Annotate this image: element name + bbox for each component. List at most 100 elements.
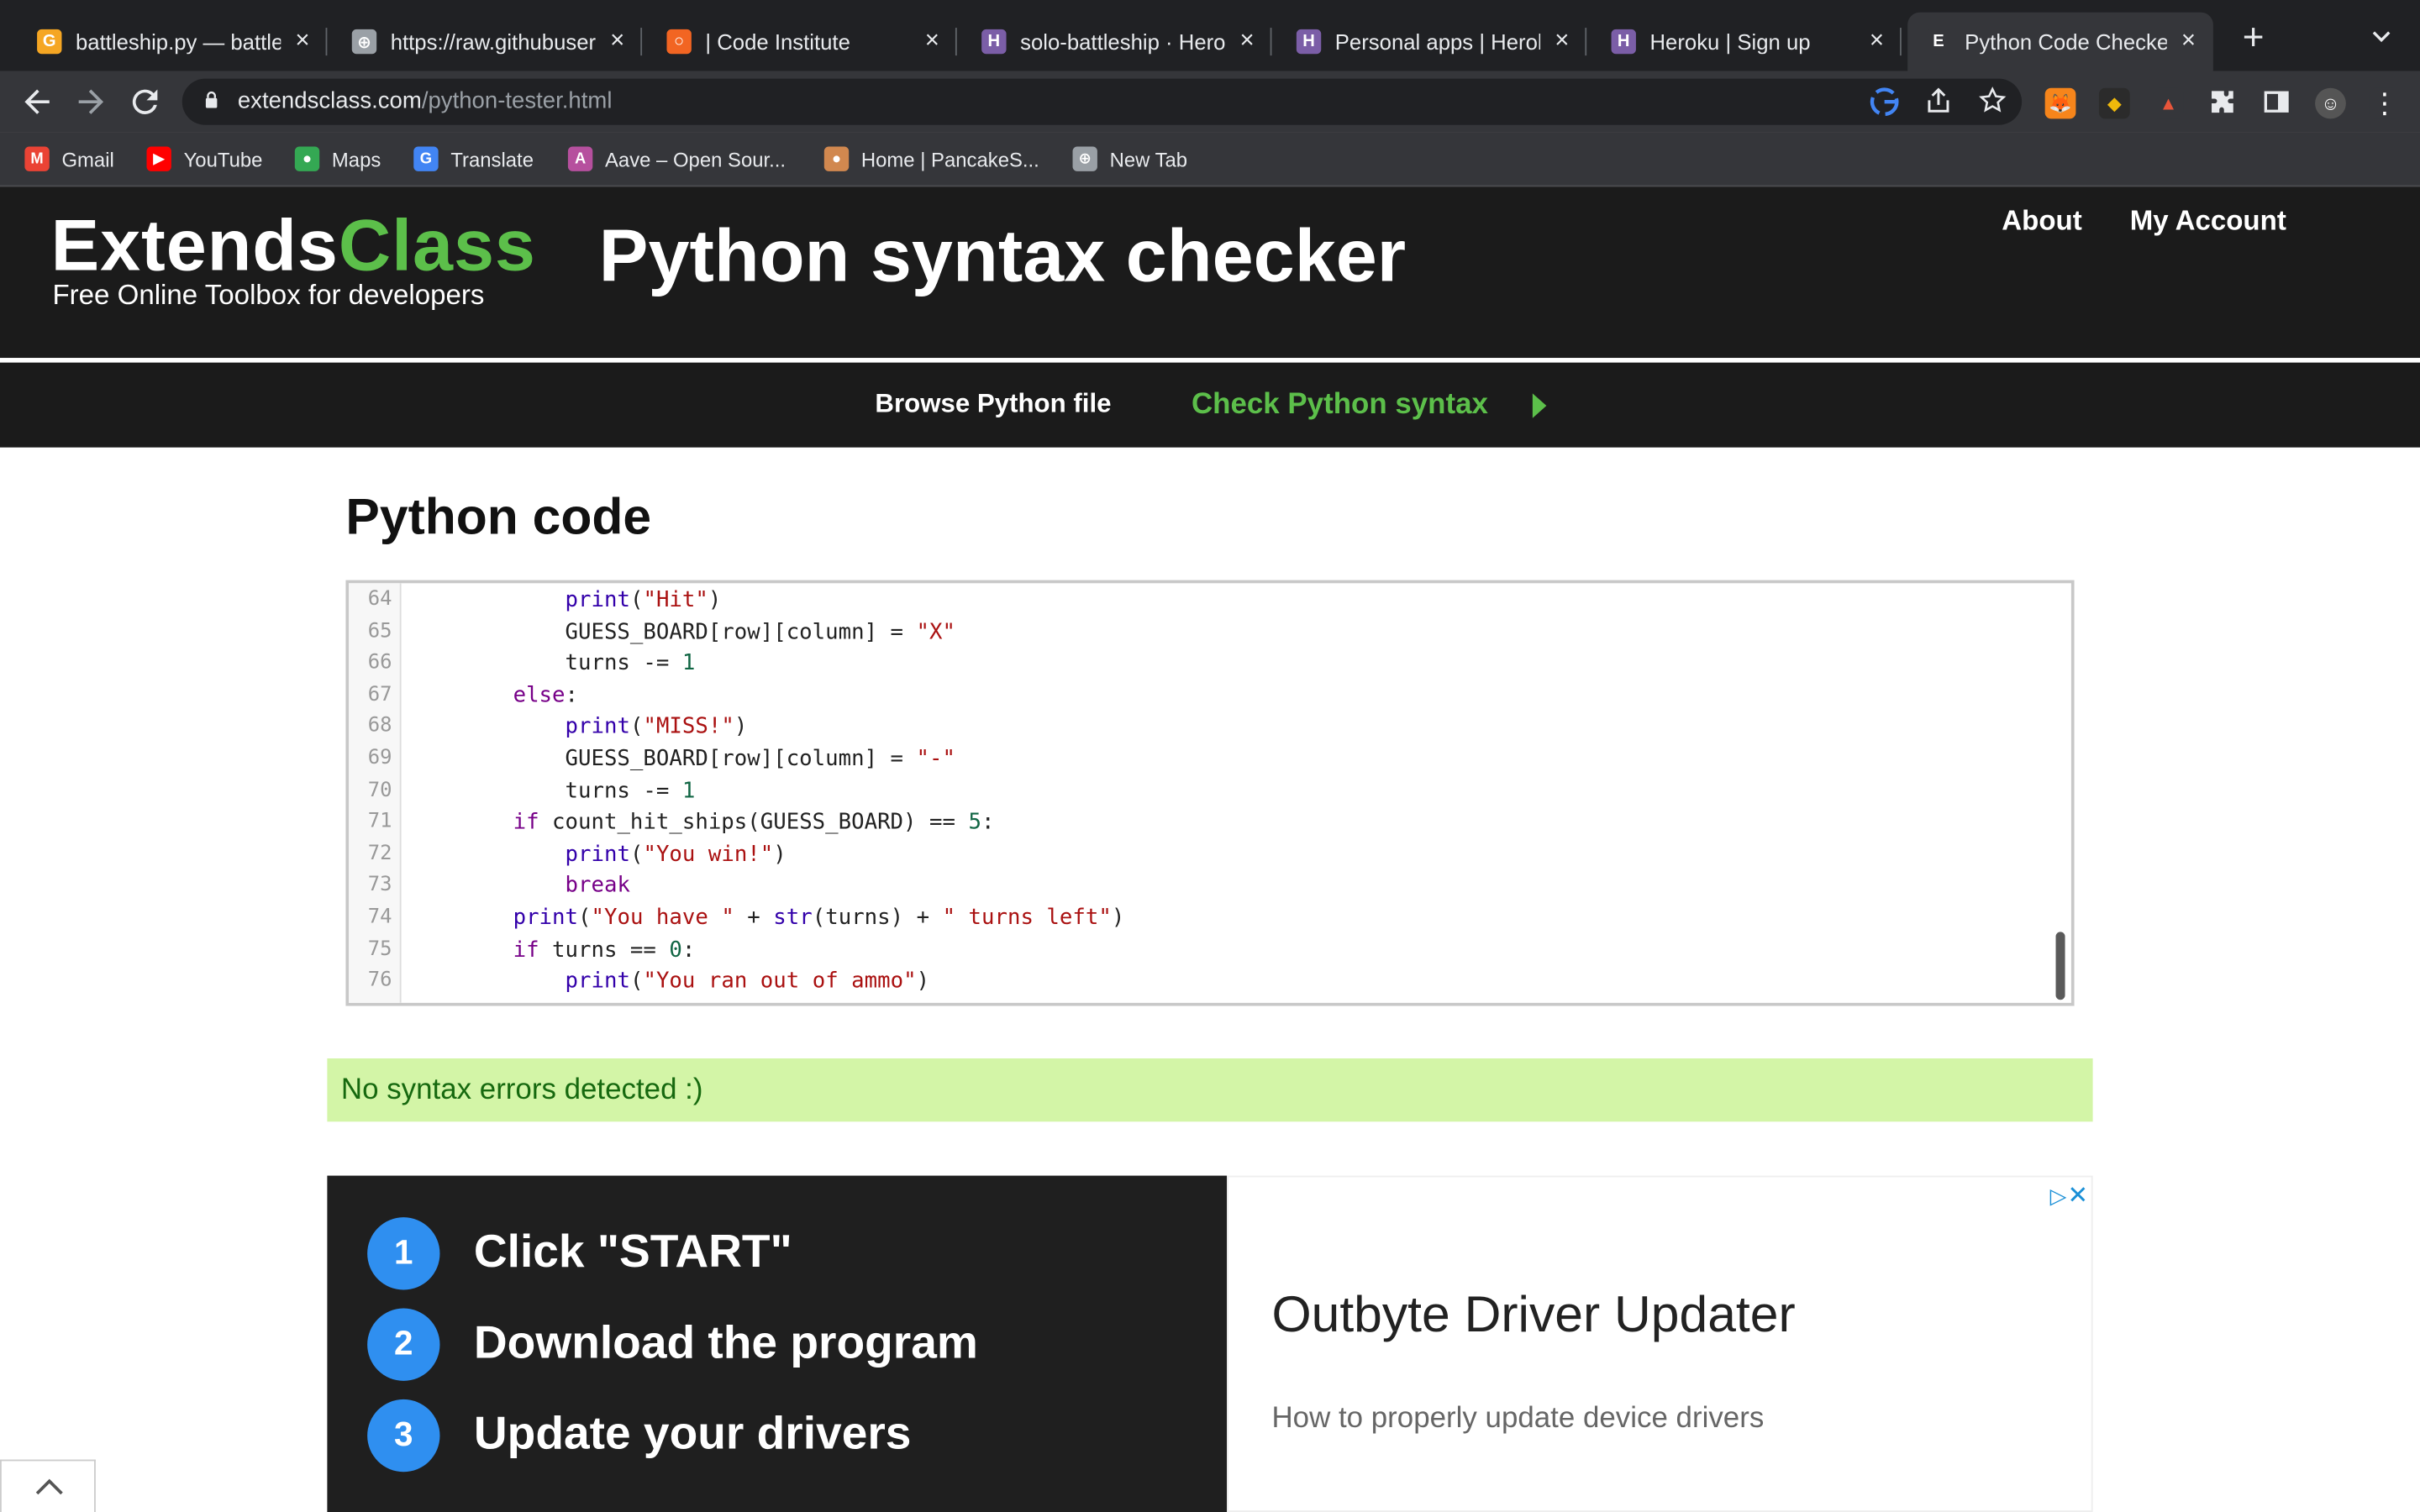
address-bar[interactable]: extendsclass.com/python-tester.html: [182, 78, 2023, 125]
screen: Gbattleship.py — battle × ⊕ https://raw.git…: [0, 0, 2420, 1512]
ad-step[interactable]: 2 Download the program: [367, 1307, 978, 1381]
code-line[interactable]: 73 break: [349, 871, 2071, 902]
line-number: 71: [367, 810, 392, 834]
ad-step[interactable]: 1 Click "START": [367, 1215, 792, 1289]
code-text[interactable]: print("Hit"): [409, 585, 722, 616]
code-line[interactable]: 70 turns -= 1: [349, 775, 2071, 806]
rocket-extension-icon[interactable]: ▲: [2153, 87, 2184, 119]
code-line[interactable]: 69 GUESS_BOARD[row][column] = "-": [349, 743, 2071, 774]
code-line[interactable]: 67 else:: [349, 680, 2071, 711]
tab-close-icon[interactable]: ×: [2176, 28, 2201, 54]
tab-search-chevron-icon[interactable]: [2365, 24, 2398, 58]
advertisement[interactable]: 1 Click "START" 2 Download the program 3 Upda…: [327, 1175, 2093, 1512]
bookmark-pancakeswap[interactable]: ● Home | PancakeS...: [823, 145, 1039, 173]
code-line[interactable]: 74 print("You have " + str(turns) + " tu…: [349, 902, 2071, 933]
tab-close-icon[interactable]: ×: [920, 28, 944, 54]
tab-favicon-icon: H: [981, 29, 1007, 55]
bookmark-aave[interactable]: A Aave – Open Sour...: [567, 145, 786, 173]
browser-tab[interactable]: Gbattleship.py — battle ×: [18, 13, 328, 71]
metamask-extension-icon[interactable]: 🦊: [2044, 87, 2076, 119]
ad-close-icon[interactable]: ✕: [2067, 1180, 2088, 1211]
tab-separator: [1900, 28, 1902, 56]
tab-close-icon[interactable]: ×: [1234, 28, 1259, 54]
browser-tab[interactable]: E Python Code Checker ×: [1907, 12, 2213, 71]
tab-close-icon[interactable]: ×: [1865, 28, 1889, 54]
profile-avatar-icon[interactable]: ☺: [2315, 87, 2346, 119]
code-text[interactable]: break: [409, 871, 630, 902]
code-line[interactable]: 76 print("You ran out of ammo"): [349, 966, 2071, 997]
tab-separator: [1585, 28, 1587, 56]
about-link[interactable]: About: [2002, 205, 2081, 238]
line-number: 72: [367, 842, 392, 866]
code-text[interactable]: turns -= 1: [409, 775, 696, 806]
code-line[interactable]: 64 print("Hit"): [349, 585, 2071, 616]
bookmark-gmail[interactable]: M Gmail: [24, 145, 114, 173]
step-text: Update your drivers: [473, 1408, 912, 1460]
bookmark-label: Maps: [331, 147, 381, 171]
code-text[interactable]: print("You win!"): [409, 839, 786, 870]
back-button[interactable]: [18, 83, 55, 120]
code-text[interactable]: print("You ran out of ammo"): [409, 966, 930, 997]
bookmark-label: YouTube: [183, 147, 263, 171]
browser-tab[interactable]: ⊕ https://raw.githubuser ×: [334, 13, 643, 71]
bookmark-star-icon[interactable]: [1975, 87, 2009, 118]
bookmark-maps[interactable]: ● Maps: [294, 145, 381, 173]
code-line[interactable]: 72 print("You win!"): [349, 839, 2071, 870]
code-text[interactable]: print("You have " + str(turns) + " turns…: [409, 902, 1125, 933]
ad-steps-panel[interactable]: 1 Click "START" 2 Download the program 3 Upda…: [327, 1175, 1228, 1512]
side-panel-icon[interactable]: [2260, 87, 2292, 119]
syntax-result-banner: No syntax errors detected :): [327, 1058, 2093, 1122]
site-logo[interactable]: ExtendsClass: [51, 202, 536, 287]
share-icon[interactable]: [1922, 87, 1955, 118]
code-line[interactable]: 71 if count_hit_ships(GUESS_BOARD) == 5:: [349, 807, 2071, 838]
step-number-badge: 3: [367, 1399, 440, 1472]
bookmark-translate[interactable]: G Translate: [413, 145, 534, 173]
google-lens-icon[interactable]: [1867, 87, 1901, 118]
ad-title[interactable]: Outbyte Driver Updater: [1271, 1285, 1795, 1344]
code-editor[interactable]: 64 print("Hit") 65 GUESS_BOARD[row][colum…: [345, 580, 2075, 1006]
browser-tab[interactable]: ○ | Code Institute ×: [648, 13, 957, 71]
adchoices-icon[interactable]: ▷: [2050, 1184, 2067, 1210]
browser-tab[interactable]: H Personal apps | Herok ×: [1278, 13, 1587, 71]
browser-tab[interactable]: H Heroku | Sign up ×: [1593, 13, 1902, 71]
code-text[interactable]: if turns == 0:: [409, 934, 696, 965]
code-line[interactable]: 68 print("MISS!"): [349, 711, 2071, 743]
code-line[interactable]: 75 if turns == 0:: [349, 934, 2071, 965]
url-text[interactable]: extendsclass.com/python-tester.html: [238, 88, 613, 114]
reload-button[interactable]: [127, 83, 164, 120]
logo-text-main: Extends: [50, 203, 339, 286]
tab-favicon-icon: ⊕: [351, 29, 377, 55]
code-line[interactable]: 65 GUESS_BOARD[row][column] = "X": [349, 617, 2071, 648]
line-number: 70: [367, 778, 392, 802]
browse-python-file-link[interactable]: Browse Python file: [875, 389, 1111, 420]
syntax-result-text: No syntax errors detected :): [340, 1074, 703, 1106]
pancakeswap-icon: ●: [823, 146, 850, 171]
bookmark-youtube[interactable]: ▶ YouTube: [146, 145, 262, 173]
check-python-syntax-button[interactable]: Check Python syntax: [1192, 389, 1488, 423]
bookmark-globe[interactable]: ⊕ New Tab: [1072, 145, 1188, 173]
code-text[interactable]: turns -= 1: [409, 648, 696, 680]
extensions-puzzle-icon[interactable]: [2207, 87, 2238, 119]
lock-icon[interactable]: [203, 91, 218, 108]
tab-close-icon[interactable]: ×: [1549, 28, 1574, 54]
ad-step[interactable]: 3 Update your drivers: [367, 1398, 911, 1472]
maps-icon: ●: [294, 146, 320, 171]
code-text[interactable]: GUESS_BOARD[row][column] = "X": [409, 617, 955, 648]
browser-tab[interactable]: Hsolo-battleship · Hero ×: [963, 13, 1272, 71]
code-text[interactable]: GUESS_BOARD[row][column] = "-": [409, 743, 955, 774]
play-arrow-icon[interactable]: [1532, 393, 1547, 418]
tab-close-icon[interactable]: ×: [290, 28, 314, 54]
chrome-menu-icon[interactable]: ⋮: [2369, 87, 2401, 119]
code-text[interactable]: else:: [409, 680, 578, 711]
collapse-panel-button[interactable]: [0, 1459, 96, 1512]
forward-button[interactable]: [72, 83, 109, 120]
code-text[interactable]: print("MISS!"): [409, 711, 748, 743]
ad-text-panel[interactable]: ▷ ✕ Outbyte Driver Updater How to proper…: [1227, 1175, 2093, 1512]
code-text[interactable]: if count_hit_ships(GUESS_BOARD) == 5:: [409, 807, 995, 838]
tab-close-icon[interactable]: ×: [605, 28, 629, 54]
my-account-link[interactable]: My Account: [2130, 205, 2286, 238]
code-line[interactable]: 66 turns -= 1: [349, 648, 2071, 680]
bookmark-label: New Tab: [1109, 147, 1188, 171]
new-tab-button[interactable]: +: [2235, 19, 2272, 59]
binance-extension-icon[interactable]: ◆: [2098, 87, 2130, 119]
